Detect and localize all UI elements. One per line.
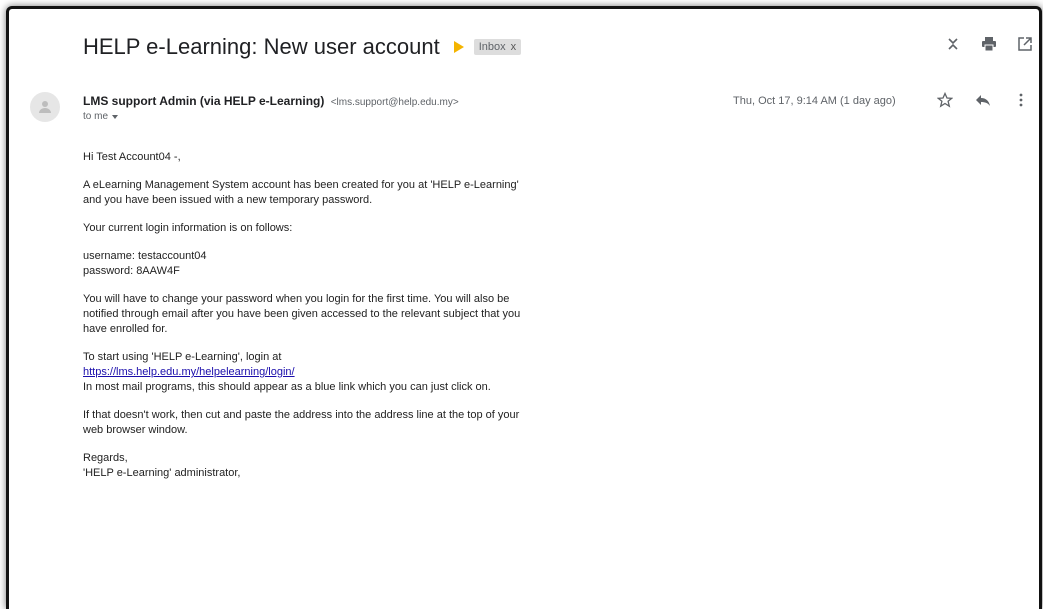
subject-row: HELP e-Learning: New user account Inbox … bbox=[83, 34, 522, 60]
recipient-text: to me bbox=[83, 111, 109, 122]
sender-avatar[interactable] bbox=[30, 92, 60, 122]
more-vert-icon[interactable] bbox=[1013, 92, 1029, 108]
login-link[interactable]: https://lms.help.edu.my/helpelearning/lo… bbox=[83, 366, 295, 378]
signature: 'HELP e-Learning' administrator, bbox=[83, 467, 241, 479]
inbox-label-text: Inbox bbox=[478, 41, 506, 53]
open-in-new-window-icon[interactable] bbox=[1017, 36, 1033, 52]
reply-icon[interactable] bbox=[975, 92, 991, 108]
password-line: password: 8AAW4F bbox=[83, 265, 180, 277]
important-marker-icon[interactable] bbox=[449, 41, 464, 53]
email-date: Thu, Oct 17, 9:14 AM (1 day ago) bbox=[733, 95, 896, 107]
print-icon[interactable] bbox=[981, 36, 997, 52]
sender-line: LMS support Admin (via HELP e-Learning) … bbox=[83, 94, 459, 108]
body-paragraph: You will have to change your password wh… bbox=[83, 293, 521, 335]
login-intro: To start using 'HELP e-Learning', login … bbox=[83, 351, 282, 363]
email-body: Hi Test Account04 -, A eLearning Managem… bbox=[83, 150, 523, 494]
regards: Regards, bbox=[83, 452, 128, 464]
body-paragraph: A eLearning Management System account ha… bbox=[83, 179, 519, 206]
sender-name[interactable]: LMS support Admin (via HELP e-Learning) bbox=[83, 94, 324, 108]
unfold-icon[interactable] bbox=[945, 36, 961, 52]
remove-label-button[interactable]: x bbox=[511, 41, 517, 53]
thread-actions bbox=[945, 36, 1033, 52]
body-paragraph: Your current login information is on fol… bbox=[83, 222, 293, 234]
star-icon[interactable] bbox=[937, 92, 953, 108]
signature-block: Regards, 'HELP e-Learning' administrator… bbox=[83, 451, 523, 481]
username-line: username: testaccount04 bbox=[83, 250, 207, 262]
person-icon bbox=[39, 101, 51, 113]
body-paragraph: If that doesn't work, then cut and paste… bbox=[83, 409, 520, 436]
greeting: Hi Test Account04 -, bbox=[83, 151, 181, 163]
email-subject: HELP e-Learning: New user account bbox=[83, 34, 440, 59]
login-paragraph: To start using 'HELP e-Learning', login … bbox=[83, 350, 523, 395]
login-outro: In most mail programs, this should appea… bbox=[83, 381, 491, 393]
chevron-down-icon bbox=[112, 114, 119, 119]
inbox-label-chip[interactable]: Inbox x bbox=[473, 39, 522, 55]
recipient-toggle[interactable]: to me bbox=[83, 111, 119, 122]
credentials: username: testaccount04 password: 8AAW4F bbox=[83, 249, 523, 279]
message-actions bbox=[937, 92, 1029, 108]
sender-email: <lms.support@help.edu.my> bbox=[330, 97, 459, 108]
